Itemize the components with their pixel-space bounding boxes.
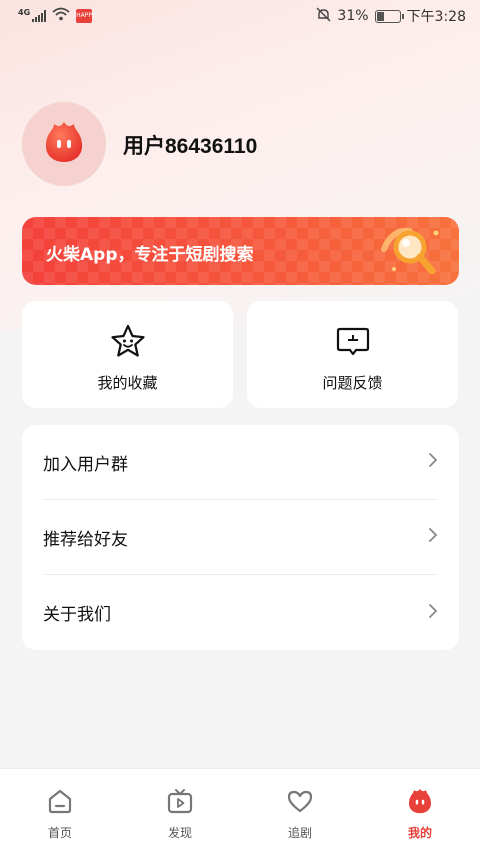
flame-mascot-icon [406, 786, 434, 816]
chevron-right-icon [428, 603, 438, 623]
flame-mascot-icon [41, 120, 87, 168]
nav-item-following[interactable]: 追剧 [240, 769, 360, 853]
nav-label: 追剧 [287, 826, 312, 840]
battery-percent: 31% [337, 8, 369, 24]
feedback-card[interactable]: 问题反馈 [247, 301, 458, 408]
status-right: 31% 下午3:28 [316, 6, 466, 26]
bottom-nav: 首页 发现 追剧 我的 [0, 768, 480, 853]
feedback-label: 问题反馈 [322, 374, 383, 392]
app-notification-badge: HAPPY [76, 9, 96, 23]
home-icon [46, 786, 74, 816]
menu-item-label: 推荐给好友 [43, 529, 128, 550]
nav-item-discover[interactable]: 发现 [120, 769, 240, 853]
menu-item-join-group[interactable]: 加入用户群 [43, 425, 438, 500]
magnifier-illustration-icon [374, 219, 446, 285]
heart-icon [286, 786, 314, 816]
chevron-right-icon [428, 452, 438, 472]
mute-bell-icon [316, 7, 331, 26]
nav-label: 首页 [47, 826, 72, 840]
username: 用户86436110 [123, 135, 258, 158]
favorites-label: 我的收藏 [97, 374, 158, 392]
menu-item-recommend[interactable]: 推荐给好友 [43, 500, 438, 575]
menu-item-label: 加入用户群 [43, 454, 128, 475]
promo-banner[interactable]: 火柴App，专注于短剧搜索 [22, 217, 459, 285]
favorites-card[interactable]: 我的收藏 [22, 301, 233, 408]
tv-play-icon [166, 786, 194, 816]
menu-item-about[interactable]: 关于我们 [43, 575, 438, 650]
star-face-icon [109, 323, 147, 361]
chevron-right-icon [428, 527, 438, 547]
signal-icon [32, 10, 47, 22]
nav-label: 发现 [167, 826, 192, 840]
avatar[interactable] [22, 102, 106, 186]
clock: 下午3:28 [406, 9, 466, 25]
feedback-message-icon [335, 323, 371, 361]
status-left: 4G HAPPY [18, 7, 96, 25]
network-type: 4G [18, 7, 31, 17]
nav-item-mine[interactable]: 我的 [360, 769, 480, 853]
banner-text: 火柴App，专注于短剧搜索 [46, 245, 254, 265]
menu-item-label: 关于我们 [43, 605, 111, 625]
nav-item-home[interactable]: 首页 [0, 769, 120, 853]
battery-icon [374, 9, 404, 23]
status-bar: 4G HAPPY 31% 下午3:28 [0, 0, 480, 32]
nav-label: 我的 [407, 826, 432, 840]
wifi-icon [52, 7, 70, 25]
settings-menu: 加入用户群 推荐给好友 关于我们 [22, 425, 459, 650]
